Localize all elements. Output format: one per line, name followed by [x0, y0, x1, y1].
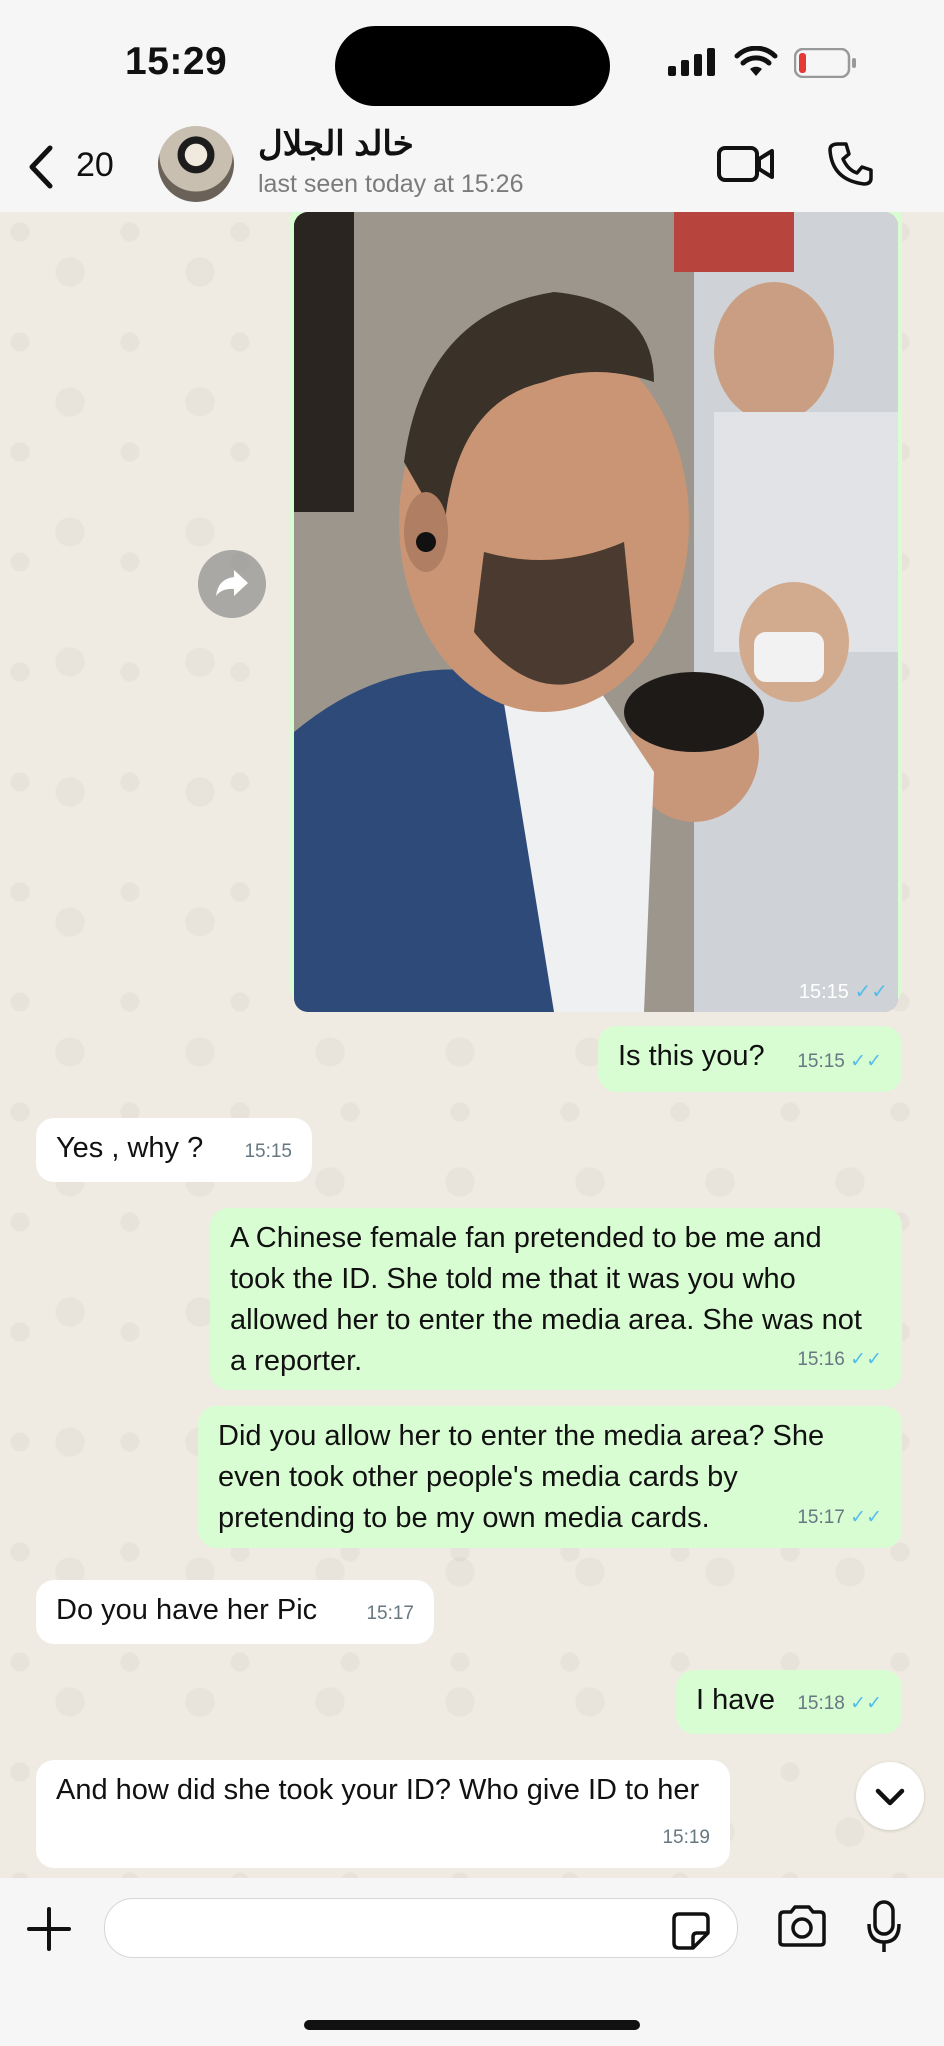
message-time: 15:16 ✓✓ — [797, 1349, 882, 1370]
message-outgoing[interactable]: I have 15:18 ✓✓ — [676, 1670, 902, 1734]
forward-icon — [216, 570, 248, 596]
plus-icon[interactable] — [26, 1906, 72, 1952]
message-time: 15:18 ✓✓ — [797, 1693, 882, 1714]
chevron-down-icon — [875, 1788, 905, 1806]
read-receipt-icon: ✓✓ — [850, 1349, 882, 1370]
message-outgoing[interactable]: Did you allow her to enter the media are… — [198, 1406, 902, 1548]
unread-count[interactable]: 20 — [76, 146, 114, 185]
message-outgoing[interactable]: Is this you? 15:15 ✓✓ — [598, 1026, 902, 1092]
microphone-icon[interactable] — [866, 1900, 902, 1954]
message-composer — [0, 1878, 944, 2046]
chevron-left-icon[interactable] — [24, 144, 58, 190]
read-receipt-icon: ✓✓ — [850, 1693, 882, 1714]
forward-button[interactable] — [198, 550, 266, 618]
message-text: I have — [696, 1684, 775, 1716]
message-text: Yes , why ? — [56, 1132, 204, 1164]
camera-icon[interactable] — [776, 1904, 828, 1948]
battery-icon — [794, 48, 856, 78]
message-time: 15:17 — [366, 1603, 414, 1624]
last-seen-status: last seen today at 15:26 — [258, 170, 524, 198]
message-incoming[interactable]: Do you have her Pic 15:17 — [36, 1580, 434, 1644]
status-time: 15:29 — [125, 40, 228, 83]
message-time: 15:15 — [244, 1141, 292, 1162]
read-receipt-icon: ✓✓ — [850, 1507, 882, 1528]
scroll-to-bottom-button[interactable] — [856, 1762, 924, 1830]
phone-icon[interactable] — [826, 140, 874, 188]
read-receipt-icon: ✓✓ — [850, 1051, 882, 1072]
message-text: Do you have her Pic — [56, 1594, 318, 1626]
read-receipt-icon: ✓✓ — [854, 981, 888, 1003]
chat-header: 20 خالد الجلال last seen today at 15:26 — [0, 124, 944, 212]
cellular-signal-icon — [668, 48, 715, 76]
message-input[interactable] — [104, 1898, 738, 1958]
message-text: Is this you? — [618, 1040, 765, 1072]
photo-content-image — [294, 212, 898, 1012]
status-bar: 15:29 — [0, 0, 944, 124]
contact-name[interactable]: خالد الجلال — [258, 124, 414, 164]
message-time: 15:17 ✓✓ — [797, 1507, 882, 1528]
chat-messages[interactable]: 15:15 ✓✓ Is this you? 15:15 ✓✓ Yes , why… — [0, 212, 944, 1878]
message-outgoing[interactable]: A Chinese female fan pretended to be me … — [210, 1208, 902, 1390]
photo-timestamp: 15:15 ✓✓ — [798, 981, 888, 1003]
wifi-icon — [734, 46, 778, 76]
message-incoming[interactable]: And how did she took your ID? Who give I… — [36, 1760, 730, 1868]
message-time: 15:15 ✓✓ — [797, 1051, 882, 1072]
contact-avatar[interactable] — [158, 126, 234, 202]
message-text: And how did she took your ID? Who give I… — [56, 1774, 700, 1806]
video-call-icon[interactable] — [716, 144, 776, 184]
home-indicator — [304, 2020, 640, 2030]
message-text: Did you allow her to enter the media are… — [218, 1420, 825, 1534]
message-incoming[interactable]: Yes , why ? 15:15 — [36, 1118, 312, 1182]
message-text: A Chinese female fan pretended to be me … — [230, 1222, 862, 1377]
dynamic-island — [335, 26, 610, 106]
sticker-icon[interactable] — [671, 1911, 711, 1951]
message-time: 15:19 — [662, 1827, 710, 1848]
photo-message[interactable]: 15:15 ✓✓ — [294, 212, 898, 1012]
